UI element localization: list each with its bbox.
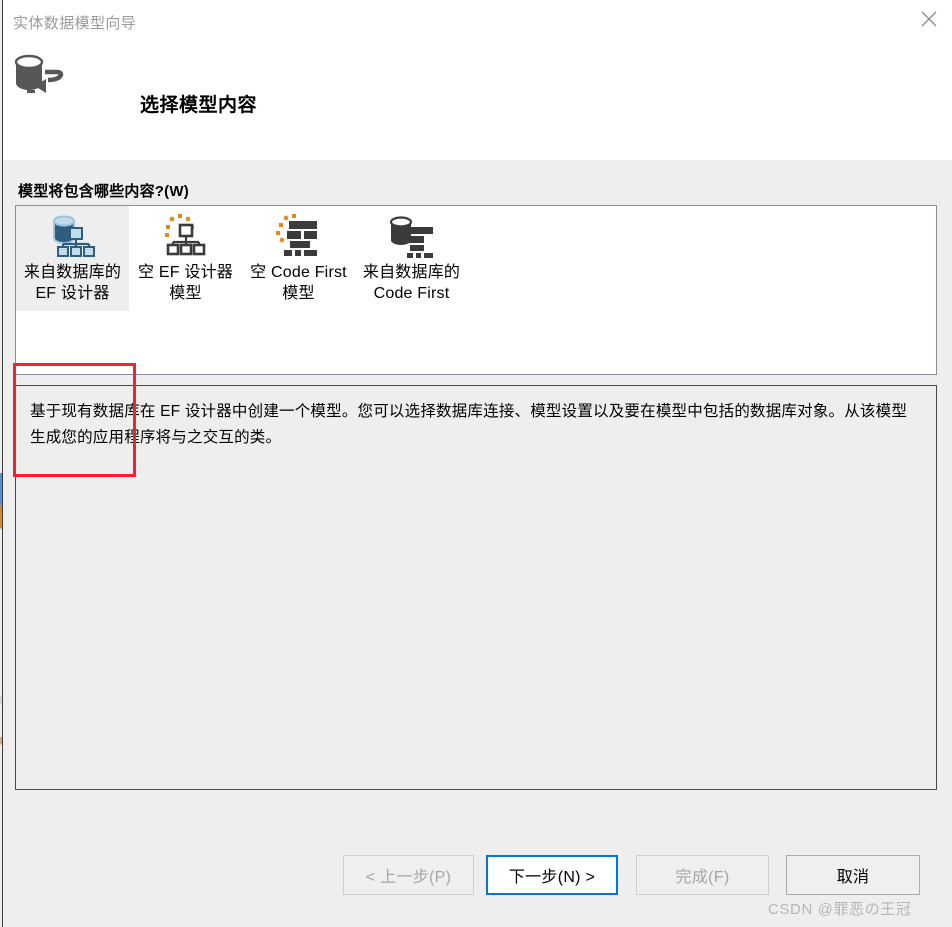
- next-button[interactable]: 下一步(N) >: [486, 855, 618, 895]
- prompt-label: 模型将包含哪些内容?(W): [18, 183, 189, 200]
- description-panel: 基于现有数据库在 EF 设计器中创建一个模型。您可以选择数据库连接、模型设置以及…: [15, 385, 937, 790]
- window-left-border: [2, 0, 3, 927]
- cancel-button[interactable]: 取消: [786, 855, 920, 895]
- model-option-label: 来自数据库的 Code First: [362, 264, 461, 302]
- model-option-db-code-first[interactable]: 来自数据库的 Code First: [355, 206, 468, 311]
- window-title: 实体数据模型向导: [13, 15, 137, 32]
- watermark: CSDN @罪恶の王冠: [768, 901, 912, 918]
- description-text: 基于现有数据库在 EF 设计器中创建一个模型。您可以选择数据库连接、模型设置以及…: [30, 403, 908, 446]
- database-plug-icon: [12, 50, 72, 102]
- dialog-header: 实体数据模型向导 选择模型内容: [0, 0, 952, 160]
- database-code-first-icon: [387, 213, 437, 259]
- model-template-listbox[interactable]: 来自数据库的 EF 设计器 空 EF 设计器 模型 空 Code First 模…: [15, 205, 937, 375]
- page-title: 选择模型内容: [140, 95, 258, 116]
- finish-button[interactable]: 完成(F): [636, 855, 769, 895]
- database-diagram-icon: [48, 213, 98, 259]
- close-icon[interactable]: [906, 0, 952, 38]
- model-option-label: 空 EF 设计器 模型: [138, 264, 233, 302]
- model-template-list: 来自数据库的 EF 设计器 空 EF 设计器 模型 空 Code First 模…: [16, 206, 468, 311]
- model-option-label: 空 Code First 模型: [250, 264, 347, 302]
- model-option-label: 来自数据库的 EF 设计器: [23, 264, 122, 302]
- empty-diagram-icon: [161, 213, 211, 259]
- model-option-empty-ef-designer[interactable]: 空 EF 设计器 模型: [129, 206, 242, 311]
- model-option-db-ef-designer[interactable]: 来自数据库的 EF 设计器: [16, 206, 129, 311]
- button-row: < 上一步(P) 下一步(N) > 完成(F) 取消: [0, 855, 952, 899]
- empty-code-first-icon: [274, 213, 324, 259]
- dialog-body: 模型将包含哪些内容?(W) 来自数据库的 EF 设计器 空 EF 设计器 模型 …: [0, 160, 952, 927]
- back-button[interactable]: < 上一步(P): [343, 855, 474, 895]
- model-option-empty-code-first[interactable]: 空 Code First 模型: [242, 206, 355, 311]
